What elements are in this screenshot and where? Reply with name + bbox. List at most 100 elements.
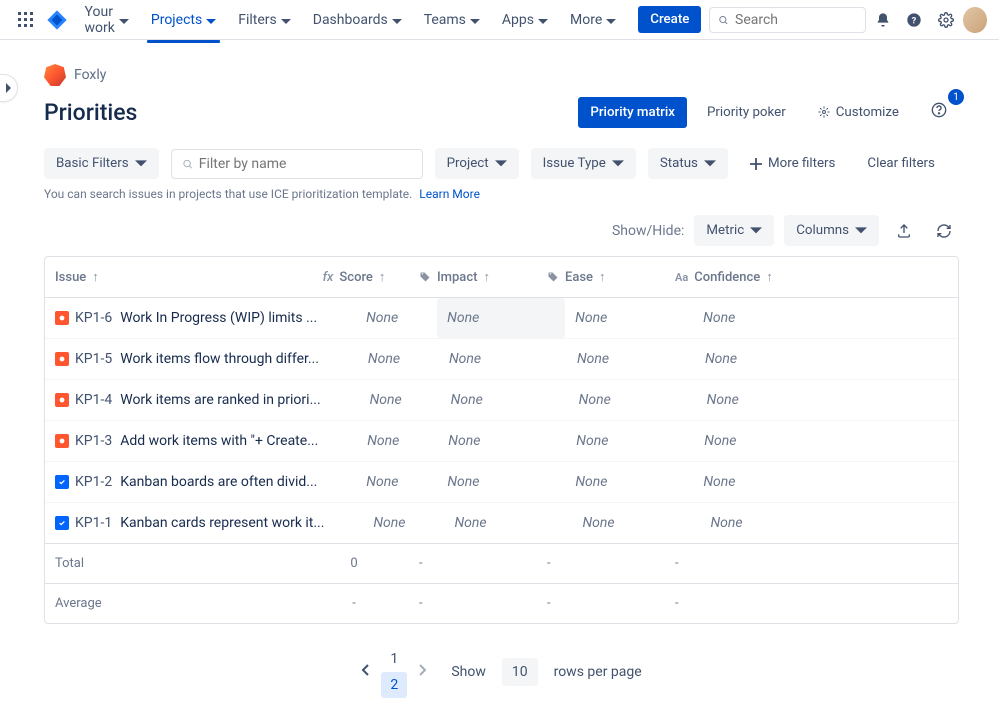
ease-cell[interactable]: None	[569, 380, 697, 420]
rows-per-page-label: rows per page	[554, 664, 642, 680]
score-cell[interactable]: None	[329, 339, 439, 379]
issue-summary[interactable]: Kanban cards represent work it...	[120, 515, 324, 531]
issue-cell[interactable]: KP1-1 Kanban cards represent work it...	[45, 503, 334, 543]
confidence-cell[interactable]: None	[693, 298, 958, 338]
table-row[interactable]: KP1-4 Work items are ranked in priori... N…	[45, 380, 958, 421]
issue-key[interactable]: KP1-1	[75, 515, 112, 531]
nav-item-apps[interactable]: Apps	[492, 6, 558, 34]
score-cell[interactable]: None	[334, 503, 444, 543]
table-row[interactable]: KP1-1 Kanban cards represent work it... No…	[45, 503, 958, 543]
table-row[interactable]: KP1-5 Work items flow through differ... No…	[45, 339, 958, 380]
learn-more-link[interactable]: Learn More	[419, 187, 480, 201]
confidence-cell[interactable]: None	[697, 380, 958, 420]
issue-key[interactable]: KP1-3	[75, 433, 112, 449]
confidence-cell[interactable]: None	[700, 503, 958, 543]
issue-key[interactable]: KP1-4	[75, 392, 112, 408]
jira-logo-icon[interactable]	[43, 5, 70, 35]
column-header-ease[interactable]: Ease ↑	[537, 257, 665, 297]
issue-cell[interactable]: KP1-4 Work items are ranked in priori...	[45, 380, 331, 420]
impact-cell[interactable]: None	[441, 380, 569, 420]
table-row[interactable]: KP1-6 Work In Progress (WIP) limits ... No…	[45, 298, 958, 339]
impact-cell[interactable]: None	[437, 298, 565, 338]
next-page-button[interactable]	[417, 664, 427, 680]
customize-button[interactable]: Customize	[806, 97, 911, 128]
tag-icon	[419, 271, 431, 283]
metric-dropdown[interactable]: Metric	[694, 215, 774, 246]
priority-poker-button[interactable]: Priority poker	[695, 97, 798, 128]
issue-type-icon	[55, 311, 69, 325]
issue-cell[interactable]: KP1-5 Work items flow through differ...	[45, 339, 329, 379]
issue-summary[interactable]: Kanban boards are often divid...	[120, 474, 317, 490]
global-search[interactable]	[709, 7, 865, 33]
status-filter-dropdown[interactable]: Status	[648, 148, 728, 179]
column-header-confidence[interactable]: Aa Confidence ↑	[665, 257, 958, 297]
ease-cell[interactable]: None	[567, 339, 695, 379]
score-cell[interactable]: None	[331, 380, 441, 420]
chevron-down-icon	[281, 15, 291, 25]
confidence-cell[interactable]: None	[695, 339, 958, 379]
issue-summary[interactable]: Work items are ranked in priori...	[120, 392, 320, 408]
settings-icon[interactable]	[932, 5, 959, 35]
issue-key[interactable]: KP1-5	[75, 351, 112, 367]
ease-cell[interactable]: None	[565, 298, 693, 338]
issue-cell[interactable]: KP1-6 Work In Progress (WIP) limits ...	[45, 298, 327, 338]
column-header-score[interactable]: fx Score ↑	[299, 257, 409, 297]
rows-per-page-value[interactable]: 10	[502, 658, 538, 686]
issue-summary[interactable]: Work In Progress (WIP) limits ...	[120, 310, 317, 326]
impact-cell[interactable]: None	[438, 421, 566, 461]
impact-cell[interactable]: None	[437, 462, 565, 502]
tag-icon	[547, 271, 559, 283]
confidence-cell[interactable]: None	[693, 462, 958, 502]
score-cell[interactable]: None	[327, 462, 437, 502]
nav-item-dashboards[interactable]: Dashboards	[303, 6, 412, 34]
user-avatar[interactable]	[963, 7, 987, 33]
page-number-button[interactable]: 2	[381, 672, 407, 698]
impact-cell[interactable]: None	[444, 503, 572, 543]
nav-item-teams[interactable]: Teams	[414, 6, 490, 34]
score-cell[interactable]: None	[328, 421, 438, 461]
columns-dropdown[interactable]: Columns	[784, 215, 879, 246]
issue-type-filter-dropdown[interactable]: Issue Type	[531, 148, 636, 179]
create-button[interactable]: Create	[638, 6, 701, 33]
issue-summary[interactable]: Add work items with "+ Create...	[120, 433, 318, 449]
more-filters-button[interactable]: More filters	[740, 148, 845, 179]
priority-matrix-button[interactable]: Priority matrix	[578, 97, 687, 128]
help-button[interactable]: 1	[919, 94, 959, 130]
nav-item-more[interactable]: More	[560, 6, 626, 34]
issue-cell[interactable]: KP1-2 Kanban boards are often divid...	[45, 462, 327, 502]
page-number-button[interactable]: 1	[381, 646, 407, 672]
prev-page-button[interactable]	[361, 664, 371, 680]
chevron-left-icon	[361, 664, 371, 676]
table-row[interactable]: KP1-2 Kanban boards are often divid... Non…	[45, 462, 958, 503]
issue-key[interactable]: KP1-6	[75, 310, 112, 326]
issue-cell[interactable]: KP1-3 Add work items with "+ Create...	[45, 421, 328, 461]
table-row[interactable]: KP1-3 Add work items with "+ Create... Non…	[45, 421, 958, 462]
impact-cell[interactable]: None	[439, 339, 567, 379]
nav-item-filters[interactable]: Filters	[228, 6, 301, 34]
column-header-impact[interactable]: Impact ↑	[409, 257, 537, 297]
filter-name-input[interactable]	[199, 156, 412, 172]
apps-switcher-icon[interactable]	[12, 5, 39, 35]
basic-filters-dropdown[interactable]: Basic Filters	[44, 148, 159, 179]
search-input[interactable]	[735, 12, 857, 28]
chevron-down-icon	[606, 15, 616, 25]
refresh-icon[interactable]	[929, 216, 959, 246]
export-icon[interactable]	[889, 216, 919, 246]
gear-icon	[818, 106, 830, 118]
nav-item-projects[interactable]: Projects	[141, 6, 226, 34]
filter-by-name[interactable]	[171, 149, 423, 179]
project-filter-dropdown[interactable]: Project	[435, 148, 519, 179]
ease-cell[interactable]: None	[572, 503, 700, 543]
clear-filters-button[interactable]: Clear filters	[857, 148, 945, 179]
help-icon[interactable]: ?	[901, 5, 928, 35]
column-header-issue[interactable]: Issue ↑	[45, 257, 299, 297]
ease-cell[interactable]: None	[566, 421, 694, 461]
issue-key[interactable]: KP1-2	[75, 474, 112, 490]
score-cell[interactable]: None	[327, 298, 437, 338]
confidence-cell[interactable]: None	[694, 421, 958, 461]
project-name[interactable]: Foxly	[74, 67, 106, 83]
nav-item-your-work[interactable]: Your work	[75, 0, 139, 42]
notifications-icon[interactable]	[870, 5, 897, 35]
ease-cell[interactable]: None	[565, 462, 693, 502]
issue-summary[interactable]: Work items flow through differ...	[120, 351, 319, 367]
